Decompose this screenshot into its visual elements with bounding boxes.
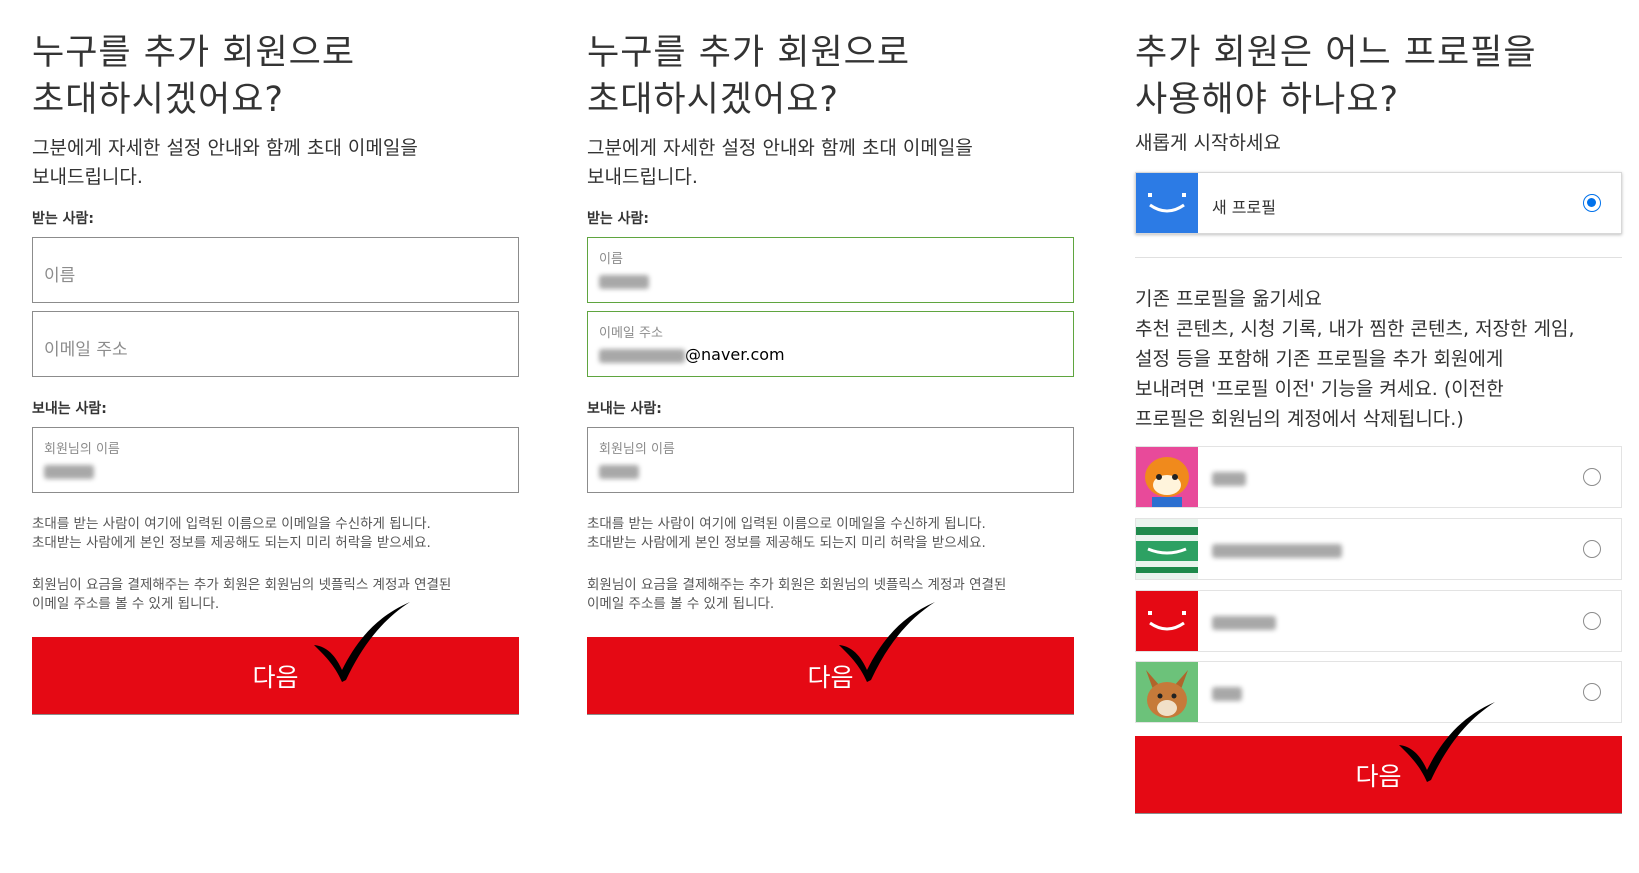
profile-select-panel: 추가 회원은 어느 프로필을 사용해야 하나요? 새롭게 시작하세요 새 프로필…: [1135, 0, 1625, 873]
profile-radio[interactable]: [1583, 612, 1601, 630]
help1-line1: 초대를 받는 사람이 여기에 입력된 이름으로 이메일을 수신하게 됩니다.: [587, 516, 986, 532]
existing-profile-option[interactable]: [1135, 661, 1622, 723]
section-divider: [1135, 257, 1622, 258]
name-usage-note: 초대를 받는 사람이 여기에 입력된 이름으로 이메일을 수신하게 됩니다. 초…: [32, 515, 522, 553]
sender-field-label: 회원님의 이름: [599, 442, 675, 457]
help2-line2: 이메일 주소를 볼 수 있게 됩니다.: [32, 596, 220, 612]
sender-label: 보내는 사람:: [32, 401, 107, 417]
recipient-email-input[interactable]: 이메일 주소: [32, 311, 519, 377]
next-button[interactable]: 다음: [32, 637, 519, 714]
profile-name-blurred: [1212, 468, 1246, 487]
profile-name-blurred: [1212, 683, 1242, 702]
name-usage-note: 초대를 받는 사람이 여기에 입력된 이름으로 이메일을 수신하게 됩니다. 초…: [587, 515, 1077, 553]
recipient-label: 받는 사람:: [587, 211, 649, 227]
red-smile-icon: [1148, 611, 1186, 631]
recipient-email-value: @naver.com: [599, 345, 785, 364]
profile-radio[interactable]: [1583, 540, 1601, 558]
invite-panel-empty: 누구를 추가 회원으로 초대하시겠어요? 그분에게 자세한 설정 안내와 함께 …: [32, 0, 552, 873]
fox-icon: [1146, 670, 1188, 718]
title-line2: 초대하시겠어요?: [32, 80, 284, 120]
fox-avatar: [1136, 662, 1198, 722]
smile-icon: [1148, 193, 1186, 213]
next-button[interactable]: 다음: [1135, 736, 1622, 813]
page-subtitle: 그분에게 자세한 설정 안내와 함께 초대 이메일을 보내드립니다.: [587, 134, 1057, 192]
new-profile-avatar: [1136, 173, 1198, 233]
page-title: 추가 회원은 어느 프로필을 사용해야 하나요?: [1135, 30, 1635, 124]
help2-line1: 회원님이 요금을 결제해주는 추가 회원은 회원님의 넷플릭스 계정과 연결된: [32, 577, 452, 593]
green-smile-icon: [1136, 527, 1198, 573]
new-profile-option[interactable]: 새 프로필: [1135, 172, 1622, 234]
title-line1: 추가 회원은 어느 프로필을: [1135, 33, 1537, 73]
sender-name-input[interactable]: 회원님의 이름: [587, 427, 1074, 493]
name-field-label: 이름: [599, 252, 623, 267]
profile-radio[interactable]: [1583, 468, 1601, 486]
sender-name-value: [44, 461, 94, 480]
help1-line2: 초대받는 사람에게 본인 정보를 제공해도 되는지 미리 허락을 받으세요.: [32, 535, 431, 551]
help1-line1: 초대를 받는 사람이 여기에 입력된 이름으로 이메일을 수신하게 됩니다.: [32, 516, 431, 532]
invite-panel-filled: 누구를 추가 회원으로 초대하시겠어요? 그분에게 자세한 설정 안내와 함께 …: [587, 0, 1107, 873]
recipient-email-input[interactable]: 이메일 주소 @naver.com: [587, 311, 1074, 377]
page-title: 누구를 추가 회원으로 초대하시겠어요?: [32, 30, 532, 124]
new-profile-label: 새 프로필: [1212, 198, 1276, 217]
recipient-name-value: [599, 271, 649, 290]
email-placeholder: 이메일 주소: [44, 340, 128, 360]
recipient-name-input[interactable]: 이름: [587, 237, 1074, 303]
profile-name-blurred: [1212, 612, 1276, 631]
existing-profile-option[interactable]: [1135, 590, 1622, 652]
subtitle-line2: 보내드립니다.: [587, 166, 698, 188]
help1-line2: 초대받는 사람에게 본인 정보를 제공해도 되는지 미리 허락을 받으세요.: [587, 535, 986, 551]
title-line1: 누구를 추가 회원으로: [587, 33, 911, 73]
red-panda-icon: [1145, 457, 1189, 507]
new-profile-radio[interactable]: [1583, 194, 1601, 212]
subtitle-line2: 보내드립니다.: [32, 166, 143, 188]
email-domain: @naver.com: [685, 345, 785, 364]
email-visibility-note: 회원님이 요금을 결제해주는 추가 회원은 회원님의 넷플릭스 계정과 연결된 …: [587, 576, 1077, 614]
recipient-name-input[interactable]: 이름: [32, 237, 519, 303]
transfer-line1: 추천 콘텐츠, 시청 기록, 내가 찜한 콘텐츠, 저장한 게임,: [1135, 318, 1575, 340]
page-subtitle: 그분에게 자세한 설정 안내와 함께 초대 이메일을 보내드립니다.: [32, 134, 502, 192]
subtitle-line1: 그분에게 자세한 설정 안내와 함께 초대 이메일을: [32, 137, 418, 159]
title-line2: 초대하시겠어요?: [587, 80, 839, 120]
next-button[interactable]: 다음: [587, 637, 1074, 714]
sender-name-input[interactable]: 회원님의 이름: [32, 427, 519, 493]
profile-name-blurred: [1212, 540, 1342, 559]
recipient-label: 받는 사람:: [32, 211, 94, 227]
transfer-description: 추천 콘텐츠, 시청 기록, 내가 찜한 콘텐츠, 저장한 게임, 설정 등을 …: [1135, 314, 1625, 434]
existing-profile-option[interactable]: [1135, 446, 1622, 508]
green-smile-avatar: [1136, 519, 1198, 579]
transfer-line3: 보내려면 '프로필 이전' 기능을 켜세요. (이전한: [1135, 378, 1504, 400]
transfer-heading: 기존 프로필을 옮기세요: [1135, 288, 1322, 310]
page-title: 누구를 추가 회원으로 초대하시겠어요?: [587, 30, 1087, 124]
help2-line1: 회원님이 요금을 결제해주는 추가 회원은 회원님의 넷플릭스 계정과 연결된: [587, 577, 1007, 593]
email-visibility-note: 회원님이 요금을 결제해주는 추가 회원은 회원님의 넷플릭스 계정과 연결된 …: [32, 576, 522, 614]
start-fresh-heading: 새롭게 시작하세요: [1135, 132, 1281, 154]
profile-radio[interactable]: [1583, 683, 1601, 701]
existing-profile-option[interactable]: [1135, 518, 1622, 580]
name-placeholder: 이름: [44, 266, 76, 286]
email-field-label: 이메일 주소: [599, 326, 663, 341]
red-panda-avatar: [1136, 447, 1198, 507]
subtitle-line1: 그분에게 자세한 설정 안내와 함께 초대 이메일을: [587, 137, 973, 159]
help2-line2: 이메일 주소를 볼 수 있게 됩니다.: [587, 596, 775, 612]
title-line2: 사용해야 하나요?: [1135, 80, 1400, 120]
sender-field-label: 회원님의 이름: [44, 442, 120, 457]
transfer-line2: 설정 등을 포함해 기존 프로필을 추가 회원에게: [1135, 348, 1504, 370]
sender-label: 보내는 사람:: [587, 401, 662, 417]
transfer-line4: 프로필은 회원님의 계정에서 삭제됩니다.): [1135, 408, 1464, 430]
red-smile-avatar: [1136, 591, 1198, 651]
title-line1: 누구를 추가 회원으로: [32, 33, 356, 73]
sender-name-value: [599, 461, 639, 480]
